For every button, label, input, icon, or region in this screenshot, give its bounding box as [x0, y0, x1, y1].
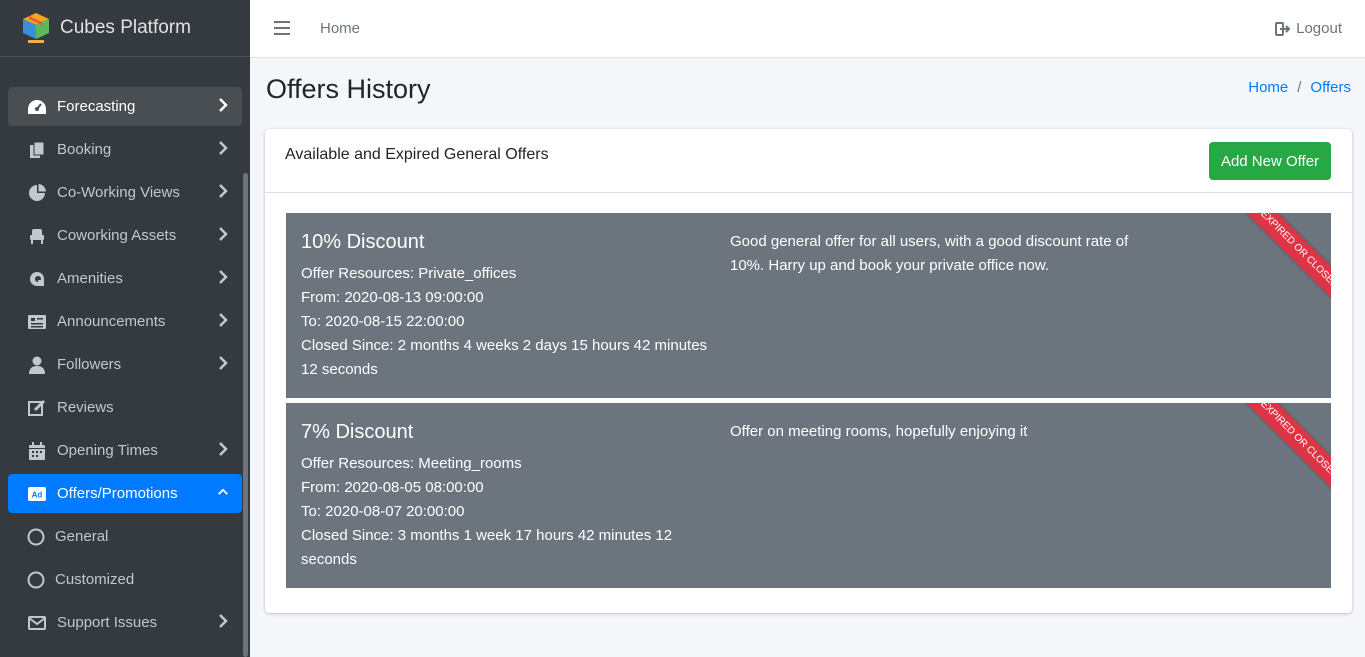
sign-out-icon [1275, 21, 1291, 36]
offer-details: Offer Resources: Meeting_rooms From: 202… [301, 452, 721, 572]
offer-to: To: 2020-08-15 22:00:00 [301, 313, 465, 330]
sidebar-item-reviews[interactable]: Reviews [8, 388, 242, 427]
copy-icon [26, 141, 48, 159]
brand-name: Cubes Platform [60, 17, 191, 38]
logout-button[interactable]: Logout [1275, 20, 1342, 37]
logout-label: Logout [1296, 20, 1342, 37]
chevron-right-icon [219, 184, 228, 198]
sidebar-item-label: General [55, 528, 109, 545]
expired-ribbon: Expired or Closed [1245, 403, 1331, 494]
user-icon [26, 356, 48, 374]
hamburger-menu-icon[interactable] [274, 21, 290, 37]
sidebar-item-followers[interactable]: Followers [8, 345, 242, 384]
sidebar-item-amenities[interactable]: Amenities [8, 259, 242, 298]
offer-closed-since: Closed Since: 3 months 1 week 17 hours 4… [301, 527, 673, 568]
calendar-icon [26, 441, 48, 460]
sidebar-nav: Forecasting Booking Co-Working Views Cow… [8, 87, 242, 646]
top-navbar: Home Logout [250, 0, 1365, 58]
cubes-logo-icon [20, 11, 52, 45]
coffee-icon [26, 270, 48, 288]
newspaper-icon [26, 313, 48, 331]
sidebar-item-offers-promotions[interactable]: Ad Offers/Promotions [8, 474, 242, 513]
sidebar: Cubes Platform Forecasting Booking Co-Wo… [0, 0, 250, 657]
chevron-right-icon [219, 141, 228, 155]
sidebar-item-label: Customized [55, 571, 135, 588]
chevron-right-icon [219, 270, 228, 284]
chevron-up-icon [218, 488, 228, 495]
offer-item[interactable]: 10% Discount Offer Resources: Private_of… [286, 213, 1331, 398]
sidebar-item-label: Opening Times [57, 442, 158, 459]
sidebar-item-label: Forecasting [57, 98, 136, 115]
offer-description: Offer on meeting rooms, hopefully enjoyi… [730, 423, 1028, 440]
chevron-right-icon [219, 98, 228, 112]
edit-icon [26, 399, 48, 417]
card-header: Available and Expired General Offers Add… [265, 129, 1352, 193]
offer-name: 10% Discount [301, 231, 425, 253]
sidebar-item-label: Coworking Assets [57, 227, 177, 244]
sidebar-item-forecasting[interactable]: Forecasting [8, 87, 242, 126]
ribbon-wrapper: Expired or Closed [1236, 403, 1331, 498]
card-title: Available and Expired General Offers [285, 146, 549, 163]
svg-text:Ad: Ad [32, 490, 43, 499]
chevron-right-icon [219, 442, 228, 456]
couch-icon [26, 227, 48, 245]
sidebar-item-announcements[interactable]: Announcements [8, 302, 242, 341]
circle-icon [26, 528, 46, 546]
offer-resources: Offer Resources: Meeting_rooms [301, 455, 522, 472]
offer-from: From: 2020-08-05 08:00:00 [301, 479, 484, 496]
circle-icon [26, 571, 46, 589]
nav-home-link[interactable]: Home [320, 20, 360, 37]
page-title: Offers History [266, 74, 431, 104]
offer-item[interactable]: 7% Discount Offer Resources: Meeting_roo… [286, 403, 1331, 588]
add-new-offer-button[interactable]: Add New Offer [1209, 142, 1331, 180]
offer-details: Offer Resources: Private_offices From: 2… [301, 262, 721, 382]
sidebar-item-label: Announcements [57, 313, 166, 330]
offer-description: Good general offer for all users, with a… [730, 233, 1129, 274]
ribbon-wrapper: Expired or Closed [1236, 213, 1331, 308]
offer-resources: Offer Resources: Private_offices [301, 265, 517, 282]
envelope-icon [26, 614, 48, 632]
sidebar-item-opening-times[interactable]: Opening Times [8, 431, 242, 470]
chevron-right-icon [219, 614, 228, 628]
breadcrumb-offers[interactable]: Offers [1310, 79, 1351, 96]
chevron-right-icon [219, 356, 228, 370]
sidebar-item-label: Co-Working Views [57, 184, 180, 201]
breadcrumb: Home / Offers [1248, 79, 1351, 96]
sidebar-item-label: Amenities [57, 270, 123, 287]
sidebar-scrollbar[interactable] [243, 173, 248, 657]
offers-card: Available and Expired General Offers Add… [265, 129, 1352, 613]
sidebar-item-label: Offers/Promotions [57, 485, 178, 502]
offer-from: From: 2020-08-13 09:00:00 [301, 289, 484, 306]
sidebar-item-support-issues[interactable]: Support Issues [8, 603, 242, 642]
sidebar-item-booking[interactable]: Booking [8, 130, 242, 169]
offer-name: 7% Discount [301, 421, 414, 443]
chevron-right-icon [219, 313, 228, 327]
expired-ribbon: Expired or Closed [1245, 213, 1331, 304]
sidebar-subitem-general[interactable]: General [8, 517, 242, 556]
offer-closed-since: Closed Since: 2 months 4 weeks 2 days 15… [301, 337, 708, 378]
sidebar-subitem-customized[interactable]: Customized [8, 560, 242, 599]
breadcrumb-home[interactable]: Home [1248, 79, 1288, 96]
ad-icon: Ad [26, 485, 48, 503]
offer-to: To: 2020-08-07 20:00:00 [301, 503, 465, 520]
tachometer-icon [26, 98, 48, 116]
sidebar-item-label: Booking [57, 141, 112, 158]
breadcrumb-separator: / [1297, 79, 1302, 96]
sidebar-item-co-working-views[interactable]: Co-Working Views [8, 173, 242, 212]
sidebar-item-coworking-assets[interactable]: Coworking Assets [8, 216, 242, 255]
chevron-right-icon [219, 227, 228, 241]
brand[interactable]: Cubes Platform [0, 0, 250, 57]
chart-pie-icon [26, 183, 48, 202]
sidebar-item-label: Support Issues [57, 614, 158, 631]
sidebar-item-label: Reviews [57, 399, 114, 416]
sidebar-item-label: Followers [57, 356, 122, 373]
